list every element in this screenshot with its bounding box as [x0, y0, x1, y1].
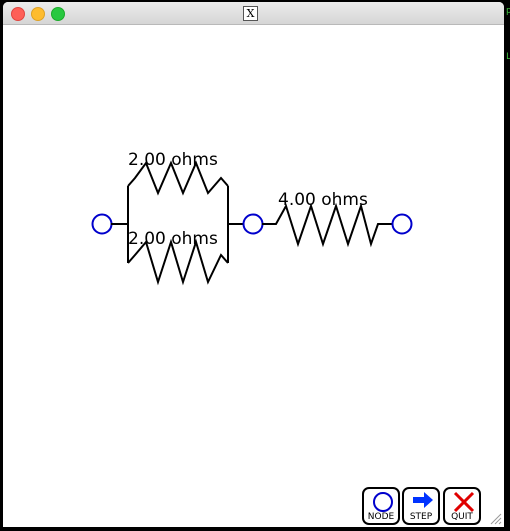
circuit-diagram: 2.00 ohms 2.00 ohms 4.00 ohms: [91, 150, 413, 286]
quit-tool-label: QUIT: [451, 512, 473, 522]
step-tool-button[interactable]: STEP: [402, 487, 440, 525]
resistor-top-label: 2.00 ohms: [128, 150, 218, 170]
minimize-window-button[interactable]: [31, 7, 45, 21]
quit-tool-button[interactable]: QUIT: [443, 487, 481, 525]
resistor-series-label: 4.00 ohms: [278, 190, 368, 210]
app-window: X 2.00 ohms 2.00 ohms 4.00 ohms NODE STE…: [3, 2, 504, 527]
arrow-right-icon: [413, 492, 433, 508]
node-tool-button[interactable]: NODE: [362, 487, 400, 525]
close-window-button[interactable]: [11, 7, 25, 21]
quit-x-icon: [453, 491, 475, 513]
circuit-canvas[interactable]: 2.00 ohms 2.00 ohms 4.00 ohms NODE STEP …: [3, 25, 504, 527]
resistor-series[interactable]: [262, 202, 393, 248]
node-circle-icon: [373, 492, 393, 512]
resistor-bottom-label: 2.00 ohms: [128, 229, 218, 249]
circuit-node-middle[interactable]: [242, 213, 264, 235]
zoom-window-button[interactable]: [51, 7, 65, 21]
circuit-node-right[interactable]: [391, 213, 413, 235]
x11-app-icon: X: [243, 6, 258, 21]
circuit-node-left[interactable]: [91, 213, 113, 235]
resize-grip-icon[interactable]: [490, 513, 502, 525]
node-tool-label: NODE: [367, 512, 395, 522]
title-bar[interactable]: X: [3, 2, 504, 25]
step-tool-label: STEP: [409, 512, 433, 522]
